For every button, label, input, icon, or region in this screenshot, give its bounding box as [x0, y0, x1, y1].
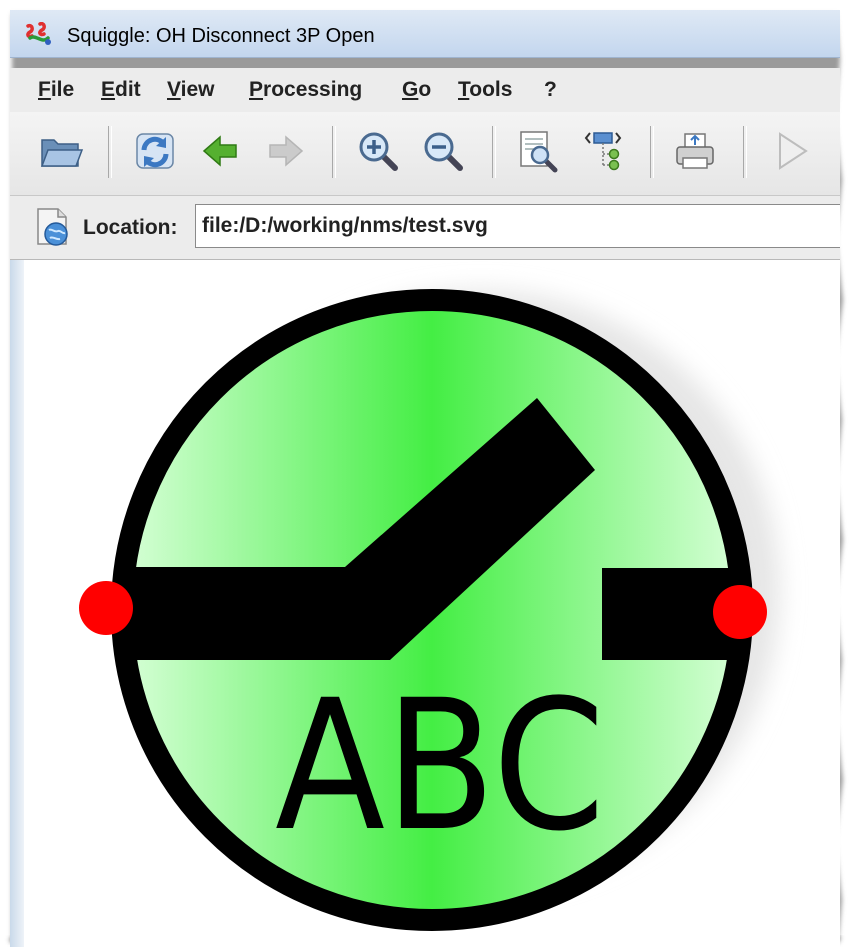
application-window: Squiggle: OH Disconnect 3P Open File Edi… [10, 10, 840, 947]
squiggle-app-icon [26, 22, 51, 45]
menu-file[interactable]: File [38, 78, 74, 102]
zoom-in-icon [359, 132, 398, 171]
toolbar-separator [108, 126, 112, 178]
menu-processing[interactable]: Processing [249, 78, 362, 102]
location-bar: Location: [10, 196, 840, 260]
print-button[interactable] [672, 128, 718, 174]
back-button[interactable] [198, 128, 244, 174]
location-label: Location: [83, 216, 178, 239]
toolbar [10, 112, 840, 196]
forward-arrow-icon [269, 135, 304, 167]
menu-view[interactable]: View [167, 78, 215, 102]
open-folder-icon [40, 139, 84, 167]
zoom-out-button[interactable] [420, 128, 466, 174]
window-title: Squiggle: OH Disconnect 3P Open [67, 25, 375, 47]
menu-tools[interactable]: Tools [458, 78, 512, 102]
toolbar-separator [650, 126, 654, 178]
back-arrow-icon [202, 135, 237, 167]
play-icon [779, 132, 808, 170]
dom-tree-button[interactable] [580, 128, 626, 174]
play-button[interactable] [768, 128, 814, 174]
reload-button[interactable] [132, 128, 178, 174]
title-bar: Squiggle: OH Disconnect 3P Open [10, 10, 840, 58]
open-button[interactable] [38, 128, 84, 174]
forward-button[interactable] [262, 128, 308, 174]
toolbar-separator [332, 126, 336, 178]
toolbar-separator [492, 126, 496, 178]
right-terminal[interactable] [713, 585, 767, 639]
location-input[interactable] [195, 204, 840, 248]
svg-canvas[interactable]: ABC [10, 260, 840, 947]
view-source-button[interactable] [515, 128, 561, 174]
left-terminal[interactable] [79, 581, 133, 635]
reload-icon [136, 133, 174, 169]
menu-bar: File Edit View Processing Go Tools ? [10, 68, 840, 112]
dom-tree-icon [584, 132, 622, 171]
zoom-in-button[interactable] [355, 128, 401, 174]
menu-edit[interactable]: Edit [101, 78, 141, 102]
menu-go[interactable]: Go [402, 78, 431, 102]
menu-help[interactable]: ? [544, 78, 557, 102]
view-source-icon [520, 131, 558, 173]
zoom-out-icon [424, 132, 463, 171]
print-icon [676, 133, 714, 169]
document-globe-icon [37, 208, 68, 246]
symbol-label: ABC [275, 662, 605, 871]
disconnect-symbol: ABC [79, 289, 780, 931]
toolbar-separator [743, 126, 747, 178]
